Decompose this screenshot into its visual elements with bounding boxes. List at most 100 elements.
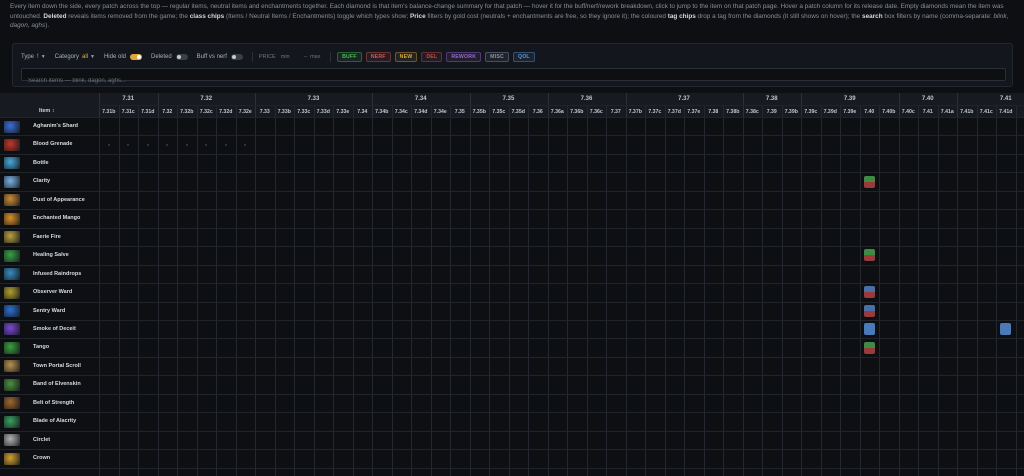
patch-column-header[interactable]: 7.34 — [353, 109, 373, 115]
patch-column-header[interactable]: 7.33c — [294, 109, 314, 115]
major-patch-header[interactable]: 7.33 — [308, 96, 320, 102]
patch-column-header[interactable]: 7.41a — [938, 109, 958, 115]
patch-column-header[interactable]: 7.36b — [567, 109, 587, 115]
patch-column-header[interactable]: 7.31c — [119, 109, 139, 115]
change-diamond[interactable] — [1000, 323, 1012, 336]
empty-diamond[interactable] — [244, 143, 247, 146]
patch-column-header[interactable]: 7.33e — [333, 109, 353, 115]
patch-column-header[interactable]: 7.34c — [392, 109, 412, 115]
tag-chip-misc[interactable]: MISC — [485, 52, 509, 62]
patch-column-header[interactable]: 7.31b — [99, 109, 119, 115]
change-diamond[interactable] — [863, 323, 875, 336]
patch-column-header[interactable]: 7.33b — [275, 109, 295, 115]
patch-column-header[interactable]: 7.40c — [899, 109, 919, 115]
major-patch-header[interactable]: 7.31 — [122, 96, 134, 102]
empty-diamond[interactable] — [185, 143, 188, 146]
change-diamond[interactable] — [863, 286, 875, 299]
empty-diamond[interactable] — [127, 143, 130, 146]
patch-column-header[interactable]: 7.33 — [255, 109, 275, 115]
item-name[interactable]: Clarity — [33, 178, 50, 184]
buff-nerf-switch[interactable] — [230, 54, 243, 60]
item-name[interactable]: Smoke of Deceit — [33, 326, 76, 332]
patch-column-header[interactable]: 7.37c — [645, 109, 665, 115]
patch-column-header[interactable]: 7.39c — [801, 109, 821, 115]
item-name[interactable]: Infused Raindrops — [33, 271, 81, 277]
patch-column-header[interactable]: 7.36c — [587, 109, 607, 115]
item-name[interactable]: Faerie Fire — [33, 234, 61, 240]
deleted-switch[interactable] — [175, 54, 188, 60]
item-name[interactable]: Circlet — [33, 437, 50, 443]
search-input[interactable] — [22, 75, 1005, 87]
item-name[interactable]: Dust of Appearance — [33, 197, 85, 203]
search-box[interactable] — [21, 68, 1006, 87]
patch-column-header[interactable]: 7.36 — [528, 109, 548, 115]
patch-column-header[interactable]: 7.39 — [762, 109, 782, 115]
patch-column-header[interactable]: 7.39d — [821, 109, 841, 115]
empty-diamond[interactable] — [146, 143, 149, 146]
change-diamond[interactable] — [863, 341, 875, 354]
patch-column-header[interactable]: 7.41b — [957, 109, 977, 115]
price-min-input[interactable] — [280, 52, 301, 62]
major-patch-header[interactable]: 7.37 — [678, 96, 690, 102]
patch-column-header[interactable]: 7.36a — [548, 109, 568, 115]
item-name[interactable]: Bottle — [33, 160, 49, 166]
major-patch-header[interactable]: 7.38 — [766, 96, 778, 102]
patch-column-header[interactable]: 7.32d — [216, 109, 236, 115]
tag-chip-new[interactable]: NEW — [394, 52, 418, 62]
empty-diamond[interactable] — [107, 143, 110, 146]
change-diamond[interactable] — [863, 175, 875, 188]
buff-nerf-toggle[interactable]: Buff vs nerf — [197, 54, 243, 60]
major-patch-header[interactable]: 7.35 — [503, 96, 515, 102]
patch-column-header[interactable]: 7.40b — [879, 109, 899, 115]
patch-column-header[interactable]: 7.35d — [509, 109, 529, 115]
item-column-header[interactable]: Item ↕ — [39, 108, 55, 114]
tag-chip-qol[interactable]: QOL — [512, 52, 535, 62]
price-max-input[interactable] — [310, 52, 331, 62]
patch-column-header[interactable]: 7.34b — [372, 109, 392, 115]
patch-column-header[interactable]: 7.39e — [840, 109, 860, 115]
category-filter[interactable]: Category all ▼ — [55, 54, 95, 60]
major-patch-header[interactable]: 7.39 — [844, 96, 856, 102]
patch-column-header[interactable]: 7.38b — [723, 109, 743, 115]
patch-column-header[interactable]: 7.32b — [177, 109, 197, 115]
item-name[interactable]: Sentry Ward — [33, 308, 65, 314]
item-name[interactable]: Observer Ward — [33, 289, 72, 295]
major-patch-header[interactable]: 7.40 — [922, 96, 934, 102]
patch-column-header[interactable]: 7.31d — [138, 109, 158, 115]
patch-column-header[interactable]: 7.41d — [996, 109, 1016, 115]
empty-diamond[interactable] — [205, 143, 208, 146]
item-name[interactable]: Blood Grenade — [33, 141, 72, 147]
patch-column-header[interactable]: 7.37 — [606, 109, 626, 115]
empty-diamond[interactable] — [224, 143, 227, 146]
patch-column-header[interactable]: 7.35b — [470, 109, 490, 115]
patch-column-header[interactable]: 7.41 — [918, 109, 938, 115]
patch-column-header[interactable]: 7.39b — [782, 109, 802, 115]
change-diamond[interactable] — [863, 304, 875, 317]
hide-old-toggle[interactable]: Hide old — [104, 54, 142, 60]
major-patch-header[interactable]: 7.41 — [1000, 96, 1012, 102]
item-name[interactable]: Town Portal Scroll — [33, 363, 81, 369]
patch-column-header[interactable]: 7.37e — [684, 109, 704, 115]
patch-column-header[interactable]: 7.35 — [450, 109, 470, 115]
tag-chip-rework[interactable]: REWORK — [446, 52, 482, 62]
patch-column-header[interactable]: 7.33d — [314, 109, 334, 115]
patch-column-header[interactable]: 7.38c — [743, 109, 763, 115]
patch-column-header[interactable]: 7.32c — [197, 109, 217, 115]
change-diamond[interactable] — [863, 249, 875, 262]
major-patch-header[interactable]: 7.32 — [200, 96, 212, 102]
patch-column-header[interactable]: 7.34e — [431, 109, 451, 115]
tag-chip-nerf[interactable]: NERF — [365, 52, 391, 62]
tag-chip-buff[interactable]: BUFF — [337, 52, 362, 62]
type-filter[interactable]: Type ! ▼ — [21, 54, 46, 60]
patch-column-header[interactable]: 7.32 — [158, 109, 178, 115]
item-name[interactable]: Belt of Strength — [33, 400, 74, 406]
patch-column-header[interactable]: 7.34d — [411, 109, 431, 115]
major-patch-header[interactable]: 7.34 — [415, 96, 427, 102]
patch-column-header[interactable]: 7.38 — [704, 109, 724, 115]
patch-column-header[interactable]: 7.40 — [860, 109, 880, 115]
item-name[interactable]: Healing Salve — [33, 252, 69, 258]
patch-column-header[interactable]: 7.37b — [626, 109, 646, 115]
major-patch-header[interactable]: 7.36 — [581, 96, 593, 102]
item-name[interactable]: Crown — [33, 455, 50, 461]
hide-old-switch[interactable] — [129, 54, 142, 60]
